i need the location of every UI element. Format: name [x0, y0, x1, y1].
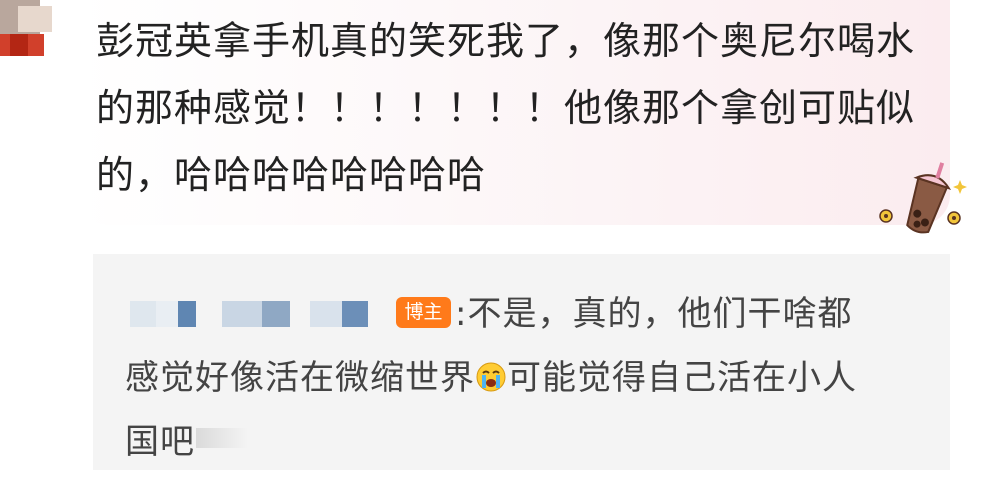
reply-text-line-2: 感觉好像活在微缩世界 可能觉得自己活在小人	[125, 346, 857, 410]
text-fade	[196, 428, 248, 448]
reply-text-line-1: :不是，真的，他们干啥都	[455, 294, 853, 334]
reply-text-after-emoji: 可能觉得自己活在小人	[507, 358, 857, 398]
blurred-username[interactable]	[130, 301, 380, 327]
crying-face-icon	[476, 362, 506, 392]
commenter-avatar[interactable]	[0, 0, 64, 60]
bubble-tea-sticker-icon	[879, 162, 967, 234]
author-badge: 博主	[396, 297, 451, 328]
comment-text: 彭冠英拿手机真的笑死我了，像那个奥尼尔喝水的那种感觉！！！！！！！他像那个拿创可…	[96, 19, 916, 197]
reply-text-before-emoji: 感觉好像活在微缩世界	[125, 358, 475, 398]
reply-text-line-3: 国吧	[125, 422, 195, 462]
